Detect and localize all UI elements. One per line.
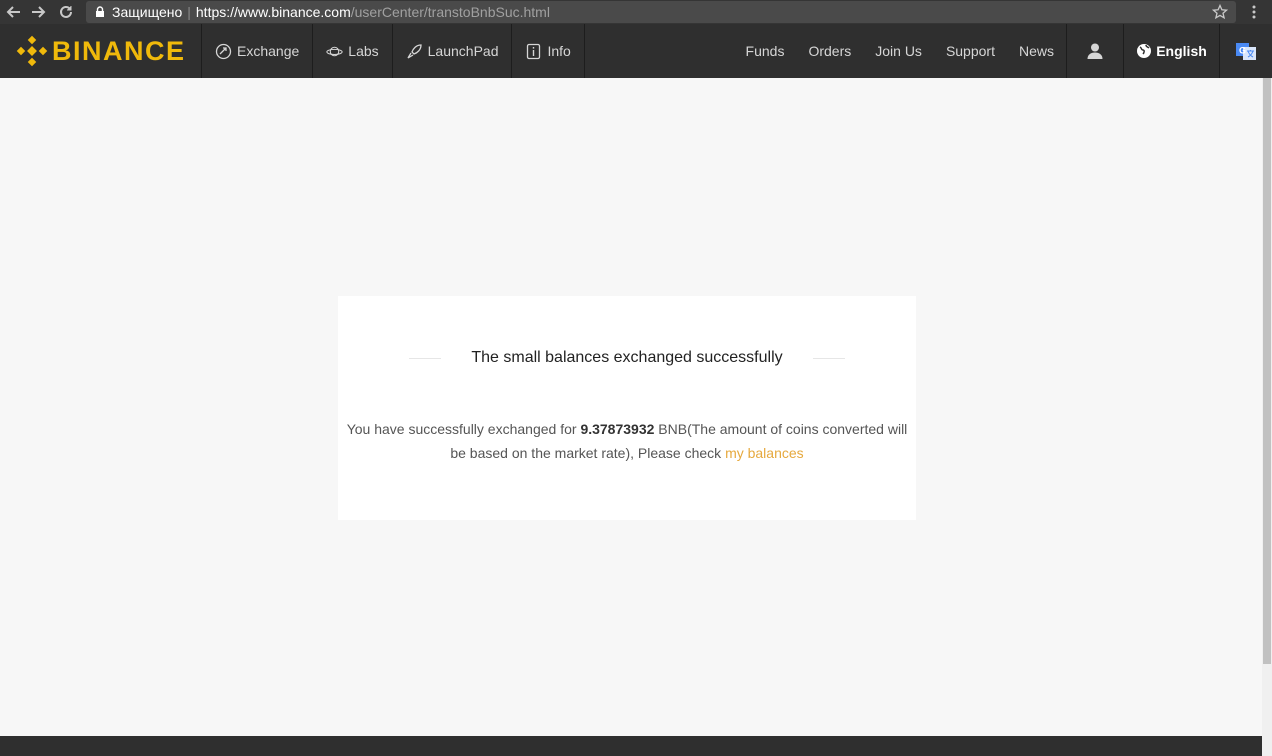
planet-icon [326, 46, 343, 56]
nav-right: Funds Orders Join Us Support News [734, 24, 1066, 78]
nav-orders[interactable]: Orders [796, 43, 863, 59]
logo-text: BINANCE [52, 35, 186, 66]
language-selector[interactable]: English [1124, 24, 1220, 78]
svg-text:G: G [1239, 46, 1246, 56]
nav-info[interactable]: Info [512, 24, 585, 78]
scrollbar-thumb[interactable] [1263, 78, 1271, 664]
language-label: English [1156, 43, 1207, 59]
globe-icon [1137, 44, 1152, 58]
nav-funds[interactable]: Funds [734, 43, 797, 59]
binance-diamond-icon [16, 35, 48, 67]
nav-join-us[interactable]: Join Us [863, 43, 934, 59]
user-menu-button[interactable] [1066, 24, 1124, 78]
message-prefix: You have successfully exchanged for [346, 421, 581, 437]
nav-launchpad-label: LaunchPad [427, 43, 499, 59]
page-scrollbar[interactable] [1262, 78, 1272, 756]
reload-button[interactable] [52, 0, 80, 24]
url-host: https://www.binance.com [195, 4, 351, 20]
rocket-icon [407, 43, 422, 59]
nav-launchpad[interactable]: LaunchPad [393, 24, 513, 78]
site-header: BINANCE Exchange Labs LaunchPad Info Fun… [0, 24, 1272, 78]
nav-info-label: Info [547, 43, 571, 59]
translate-icon: G [1236, 43, 1256, 60]
bnb-amount: 9.37873932 [580, 421, 655, 437]
card-title: The small balances exchanged successfull… [471, 349, 783, 366]
nav-labs[interactable]: Labs [313, 24, 393, 78]
secure-label: Защищено [112, 4, 183, 20]
title-divider-left [409, 357, 442, 359]
bookmark-star-icon[interactable] [1212, 4, 1228, 20]
binance-logo[interactable]: BINANCE [0, 24, 202, 78]
card-title-row: The small balances exchanged successfull… [338, 348, 916, 368]
nav-labs-label: Labs [348, 43, 379, 59]
forward-button[interactable] [24, 0, 52, 24]
address-separator: | [187, 4, 191, 20]
user-icon [1087, 43, 1103, 59]
card-message: You have successfully exchanged for 9.37… [338, 417, 916, 465]
nav-news[interactable]: News [1007, 43, 1066, 59]
reload-icon [60, 5, 72, 18]
nav-support[interactable]: Support [934, 43, 1007, 59]
nav-exchange[interactable]: Exchange [202, 24, 314, 78]
url-path: /userCenter/transtoBnbSuc.html [350, 4, 550, 20]
address-bar[interactable]: Защищено | https://www.binance.com/userC… [86, 1, 1236, 23]
exchange-icon [215, 43, 232, 59]
my-balances-link[interactable]: my balances [725, 445, 804, 461]
nav-exchange-label: Exchange [237, 43, 300, 59]
success-card: The small balances exchanged successfull… [338, 296, 916, 520]
browser-toolbar: Защищено | https://www.binance.com/userC… [0, 0, 1272, 24]
title-divider-right [812, 357, 845, 359]
arrow-right-icon [32, 6, 46, 18]
lock-icon [96, 6, 104, 17]
arrow-left-icon [6, 6, 20, 18]
site-footer [0, 736, 1262, 756]
translate-button[interactable]: G [1220, 24, 1272, 78]
info-icon [527, 43, 541, 59]
browser-menu-icon[interactable] [1246, 4, 1262, 20]
